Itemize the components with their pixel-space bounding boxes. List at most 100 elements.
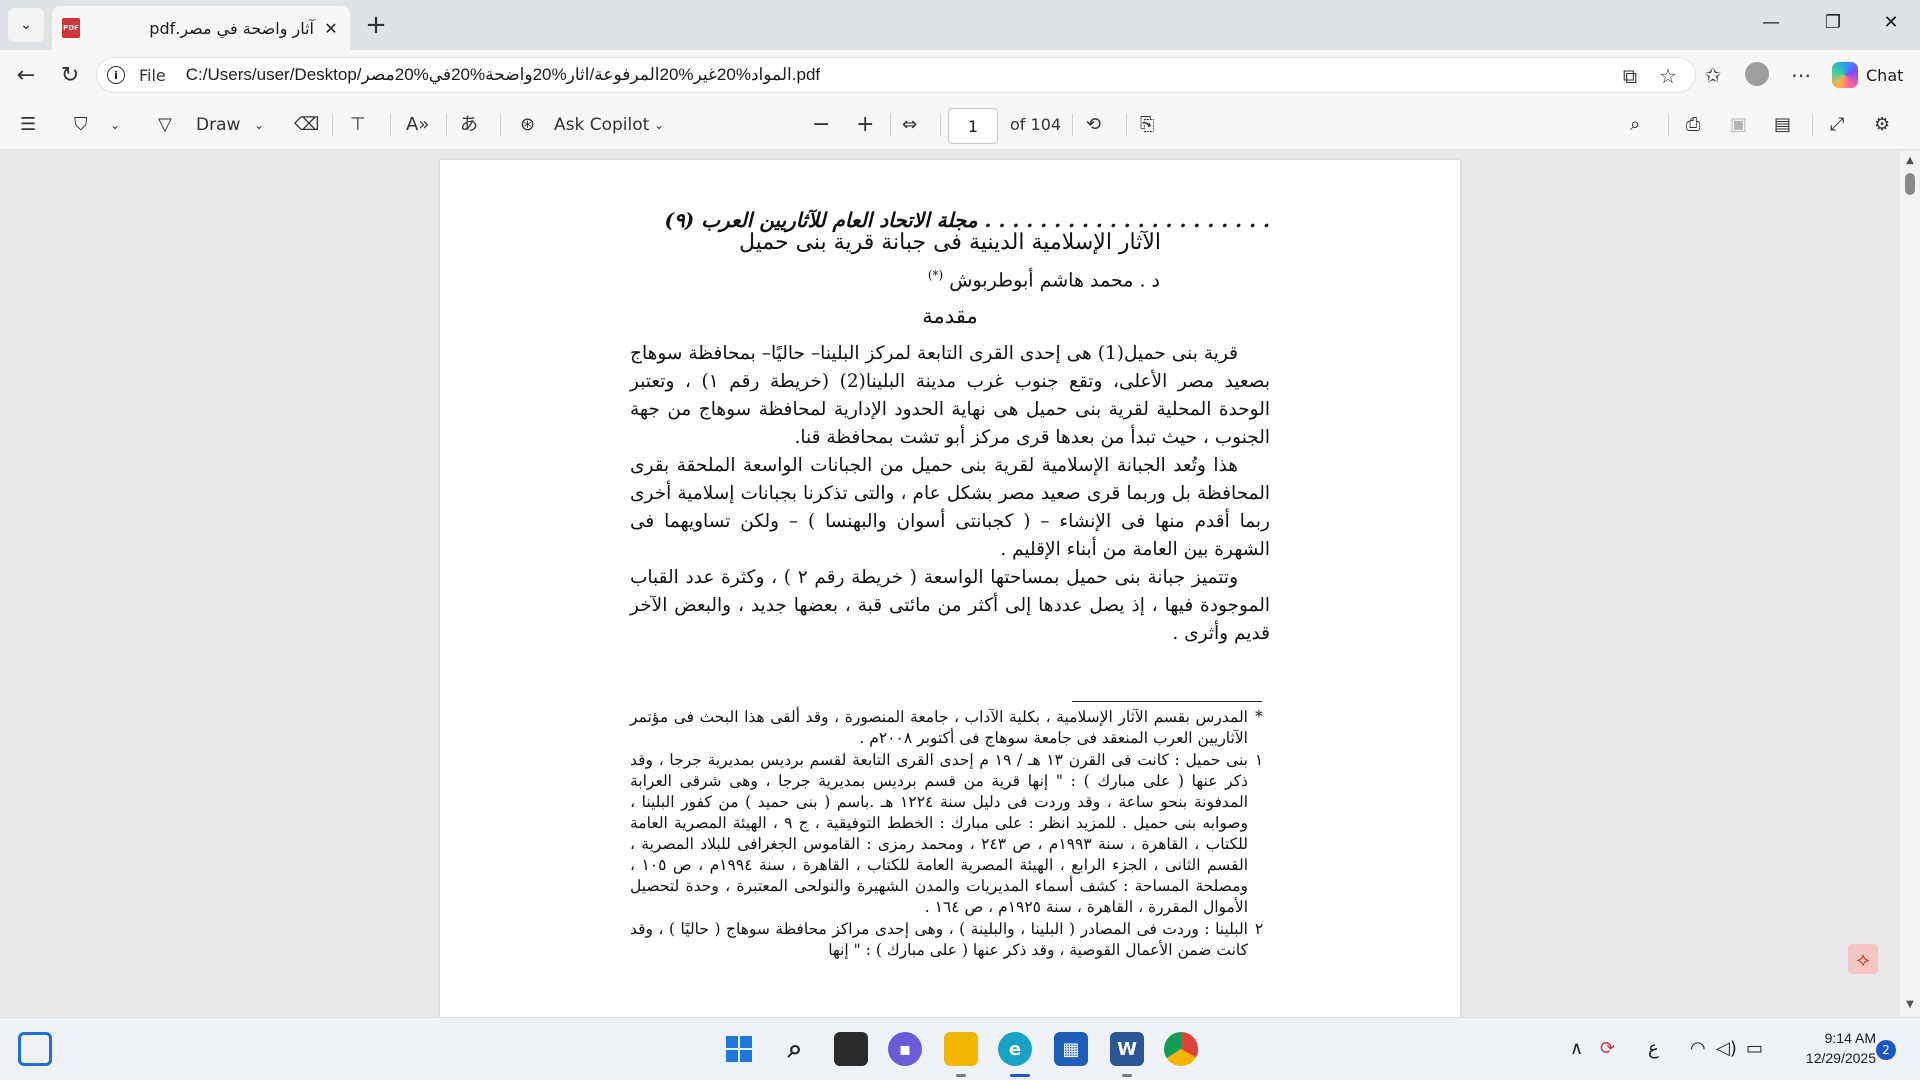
footnote-text: المدرس بقسم الآثار الإسلامية ، بكلية الآ…	[630, 708, 1248, 747]
draw-button[interactable]: Draw	[196, 112, 240, 138]
chevron-down-icon[interactable]: ⌄	[654, 112, 664, 138]
acrobat-icon[interactable]: ⟡	[1848, 944, 1878, 974]
fullscreen-icon[interactable]: ⤢	[1830, 112, 1844, 138]
page-view-icon[interactable]: ⎘	[1140, 112, 1154, 138]
rotate-icon[interactable]: ⟲	[1086, 112, 1101, 138]
address-input[interactable]: i File C:/Users/user/Desktop/المواد%20غي…	[96, 57, 1696, 93]
highlight-icon[interactable]: ⛉	[74, 112, 88, 138]
input-language[interactable]: ع	[1648, 1038, 1659, 1059]
body-text: قرية بنى حميل(1) هى إحدى القرى التابعة ل…	[630, 340, 1270, 648]
footnotes: * المدرس بقسم الآثار الإسلامية ، بكلية ا…	[630, 707, 1270, 962]
author-footnote-mark: (*)	[927, 268, 944, 282]
profile-avatar[interactable]	[1744, 62, 1770, 88]
settings-gear-icon[interactable]: ⚙	[1874, 112, 1890, 138]
article-title: الآثار الإسلامية الدينية فى جبانة قرية ب…	[738, 230, 1162, 255]
footnote-mark: ١	[1254, 751, 1264, 769]
zoom-in-button[interactable]: +	[856, 112, 874, 138]
edge-browser-icon[interactable]: e	[998, 1032, 1032, 1066]
page-total-label: of 104	[1010, 115, 1062, 134]
fit-width-icon[interactable]: ⇔	[902, 112, 917, 138]
page-number-input[interactable]: 1	[948, 108, 998, 144]
copilot-icon[interactable]: ⊛	[520, 112, 535, 138]
zoom-out-button[interactable]: −	[812, 112, 830, 138]
tab-strip: ⌄ PDF آثار واضحة في مصر.pdf ✕ + — ❐ ✕	[0, 0, 1920, 50]
draw-icon[interactable]: ▽	[158, 112, 172, 138]
copilot-chat-button[interactable]: Chat	[1832, 57, 1914, 93]
read-aloud-icon[interactable]: ⧉	[1619, 65, 1641, 87]
pdf-viewer: . . . . . . . . . . . . . . . . . . . . …	[0, 151, 1920, 1017]
teams-chat-icon[interactable]: ▪	[888, 1032, 922, 1066]
footnote-text: بنى حميل : كانت فى القرن ١٣ هـ / ١٩ م إح…	[630, 751, 1249, 916]
scroll-down-icon[interactable]: ▼	[1904, 999, 1916, 1010]
address-bar-row: ← ↻ i File C:/Users/user/Desktop/المواد%…	[0, 50, 1920, 100]
print-icon[interactable]: ⎙	[1686, 112, 1700, 138]
widgets-icon[interactable]	[18, 1032, 52, 1066]
pdf-page: . . . . . . . . . . . . . . . . . . . . …	[440, 160, 1460, 1017]
notification-badge[interactable]: 2	[1876, 1040, 1896, 1060]
favorite-star-icon[interactable]: ☆	[1657, 65, 1679, 87]
search-icon[interactable]: ⌕	[1630, 112, 1640, 138]
taskbar: ⌕ ▪ e ▦ W ∧ ⟳ ع ◠ ◁) ▭ 9:14 AM 12/29/202…	[0, 1017, 1920, 1080]
running-indicator	[956, 1074, 966, 1077]
back-button[interactable]: ←	[12, 62, 40, 90]
favorites-icon[interactable]: ✩	[1700, 62, 1726, 88]
tab-close-icon[interactable]: ✕	[322, 19, 340, 38]
start-windows-icon[interactable]	[722, 1032, 756, 1066]
toolbar-divider	[1072, 114, 1073, 136]
add-text-icon[interactable]: ⊤	[350, 112, 366, 138]
footnote: ٢ البلينا : وردت فى المصادر ( البلينا ، …	[630, 919, 1270, 961]
read-aloud-icon[interactable]: A»	[406, 112, 429, 138]
toolbar-divider	[500, 114, 501, 136]
translate-icon[interactable]: あ	[460, 112, 478, 138]
store-icon[interactable]: ▦	[1054, 1032, 1088, 1066]
update-sync-icon[interactable]: ⟳	[1600, 1038, 1615, 1059]
toolbar-divider	[1668, 114, 1669, 136]
paragraph: هذا وتُعد الجبانة الإسلامية لقرية بنى حم…	[630, 455, 1270, 560]
more-options-icon[interactable]: ⋯	[1788, 62, 1814, 88]
chat-label: Chat	[1866, 65, 1904, 85]
search-icon[interactable]: ⌕	[778, 1032, 812, 1066]
wifi-icon[interactable]: ◠	[1690, 1038, 1706, 1059]
tab-actions-button[interactable]: ⌄	[8, 8, 44, 42]
eraser-icon[interactable]: ⌫	[294, 112, 319, 138]
author-name: د . محمد هاشم أبوطربوش	[949, 269, 1160, 292]
chevron-down-icon[interactable]: ⌄	[254, 112, 264, 138]
volume-icon[interactable]: ◁)	[1716, 1038, 1737, 1059]
footnote-mark: ٢	[1254, 920, 1264, 938]
close-window-button[interactable]: ✕	[1876, 12, 1906, 36]
battery-icon[interactable]: ▭	[1746, 1038, 1763, 1059]
footnote-divider	[1072, 701, 1262, 702]
tab-active[interactable]: PDF آثار واضحة في مصر.pdf ✕	[52, 6, 350, 50]
clock[interactable]: 9:14 AM 12/29/2025	[1786, 1028, 1876, 1068]
footnote: ١ بنى حميل : كانت فى القرن ١٣ هـ / ١٩ م …	[630, 750, 1270, 918]
ask-copilot-button[interactable]: Ask Copilot	[554, 112, 649, 138]
vertical-scrollbar[interactable]: ▲ ▼	[1900, 151, 1920, 1017]
task-view-icon[interactable]	[834, 1032, 868, 1066]
minimize-button[interactable]: —	[1756, 12, 1786, 36]
scroll-thumb[interactable]	[1905, 173, 1915, 195]
toolbar-divider	[446, 114, 447, 136]
toolbar-divider	[1812, 114, 1813, 136]
word-icon[interactable]: W	[1110, 1032, 1144, 1066]
show-hidden-icons-icon[interactable]: ∧	[1570, 1038, 1583, 1059]
refresh-button[interactable]: ↻	[56, 62, 84, 90]
clock-time: 9:14 AM	[1824, 1030, 1876, 1046]
toolbar-divider	[390, 114, 391, 136]
save-icon[interactable]: ▣	[1730, 112, 1747, 138]
info-icon[interactable]: i	[107, 66, 125, 84]
new-tab-button[interactable]: +	[362, 12, 390, 40]
contents-list-icon[interactable]: ☰	[20, 112, 36, 138]
url-scheme-label: File	[139, 65, 166, 85]
toolbar-divider	[890, 114, 891, 136]
chevron-down-icon[interactable]: ⌄	[110, 112, 120, 138]
paragraph: قرية بنى حميل(1) هى إحدى القرى التابعة ل…	[630, 343, 1270, 448]
tab-title: آثار واضحة في مصر.pdf	[149, 18, 314, 38]
running-indicator	[1122, 1074, 1132, 1077]
file-explorer-icon[interactable]	[944, 1032, 978, 1066]
chrome-icon[interactable]	[1164, 1032, 1198, 1066]
footnote-text: البلينا : وردت فى المصادر ( البلينا ، وا…	[630, 920, 1248, 959]
toolbar-divider	[940, 114, 941, 136]
save-as-icon[interactable]: ▤	[1774, 112, 1791, 138]
scroll-up-icon[interactable]: ▲	[1904, 155, 1916, 166]
maximize-button[interactable]: ❐	[1818, 12, 1848, 36]
